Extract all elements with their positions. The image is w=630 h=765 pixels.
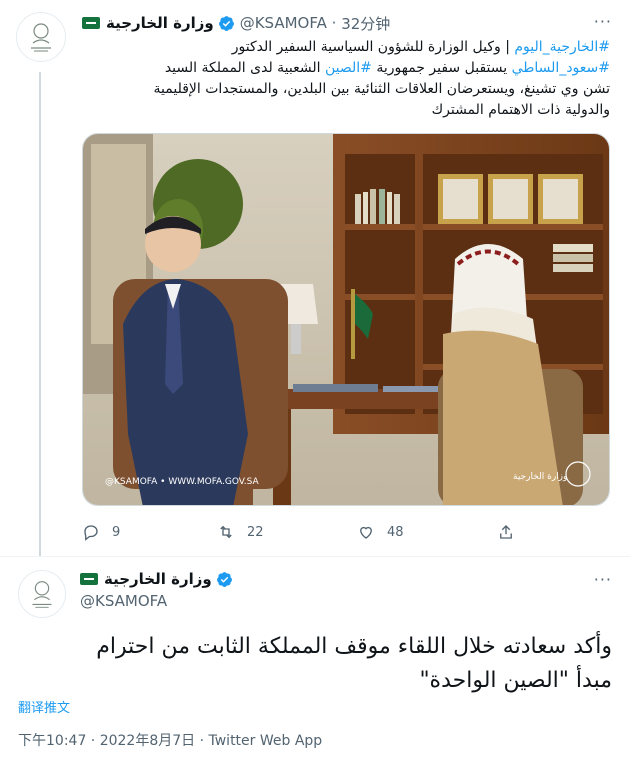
tweet-time[interactable]: 32分钟 [341, 13, 390, 34]
photo-watermark: @KSAMOFA • WWW.MOFA.GOV.SA [105, 477, 260, 487]
heart-icon [360, 526, 372, 539]
more-options-icon[interactable]: ··· [594, 12, 612, 31]
avatar[interactable] [16, 12, 66, 62]
reply-count: 9 [112, 524, 121, 540]
hashtag-link[interactable]: #الصين [325, 60, 372, 76]
tweet-actions: 9 22 48 [82, 520, 610, 544]
retweet-action[interactable]: 22 [217, 523, 342, 541]
account-name[interactable]: وزارة الخارجية [106, 14, 214, 32]
tweet-text: وأكد سعادته خلال اللقاء موقف المملكة الث… [16, 630, 612, 698]
tweet-header: وزارة الخارجية [80, 570, 238, 588]
account-handle[interactable]: @KSAMOFA [240, 14, 327, 32]
tweet-line-4: والدولية ذات الاهتمام المشترك [431, 102, 610, 118]
tweet-divider [0, 556, 630, 557]
retweet-icon [220, 525, 232, 539]
saudi-flag-icon [80, 573, 98, 585]
like-action[interactable]: 48 [357, 523, 482, 541]
account-handle[interactable]: @KSAMOFA [80, 592, 167, 610]
hashtag-link[interactable]: #سعود_الساطي [512, 60, 610, 76]
tweet-text: #الخارجية_اليوم | وكيل الوزارة للشؤون ال… [82, 37, 610, 121]
share-action[interactable] [497, 523, 527, 541]
ministry-emblem-icon [32, 581, 52, 608]
tweet-photo[interactable]: @KSAMOFA • WWW.MOFA.GOV.SA وزارة الخارجي… [82, 133, 610, 506]
tweet-line-3: تشن وي تشينغ، ويستعرضان العلاقات الثنائي… [153, 81, 610, 97]
tweet-line-2: #سعود_الساطي يستقبل سفير جمهورية #الصين … [82, 58, 610, 79]
meeting-photo-illustration: @KSAMOFA • WWW.MOFA.GOV.SA وزارة الخارجي… [83, 134, 609, 505]
translate-tweet-link[interactable]: 翻译推文 [18, 697, 70, 716]
thread-connector-line [39, 72, 41, 557]
tweet-line-2: مبدأ "الصين الواحدة" [419, 668, 612, 693]
tweet-timestamp[interactable]: 下午10:47 · 2022年8月7日 · Twitter Web App [18, 730, 322, 750]
hashtag-link[interactable]: #الخارجية_اليوم [514, 39, 610, 55]
text-span: يستقبل سفير جمهورية [371, 60, 512, 76]
reply-action[interactable]: 9 [82, 523, 202, 541]
photo-logo-text: وزارة الخارجية [513, 472, 567, 482]
more-options-icon[interactable]: ··· [594, 570, 612, 589]
tweet-line-1: وأكد سعادته خلال اللقاء موقف المملكة الث… [96, 634, 612, 659]
reply-icon [84, 525, 98, 541]
verified-badge-icon [218, 15, 234, 31]
like-count: 48 [387, 524, 404, 540]
share-icon [500, 525, 512, 539]
separator-dot: · [326, 14, 342, 32]
account-name[interactable]: وزارة الخارجية [104, 570, 212, 588]
saudi-flag-icon [82, 17, 100, 29]
text-span: | وكيل الوزارة للشؤون السياسية السفير ال… [231, 39, 515, 55]
tweet-header: وزارة الخارجية @KSAMOFA · 32分钟 ··· [82, 12, 612, 34]
ministry-emblem-icon [31, 23, 51, 52]
verified-badge-icon [216, 571, 232, 587]
avatar[interactable] [18, 570, 66, 618]
retweet-count: 22 [247, 524, 264, 540]
tweet-line-1: #الخارجية_اليوم | وكيل الوزارة للشؤون ال… [82, 37, 610, 58]
text-span: الشعبية لدى المملكة السيد [164, 60, 325, 76]
